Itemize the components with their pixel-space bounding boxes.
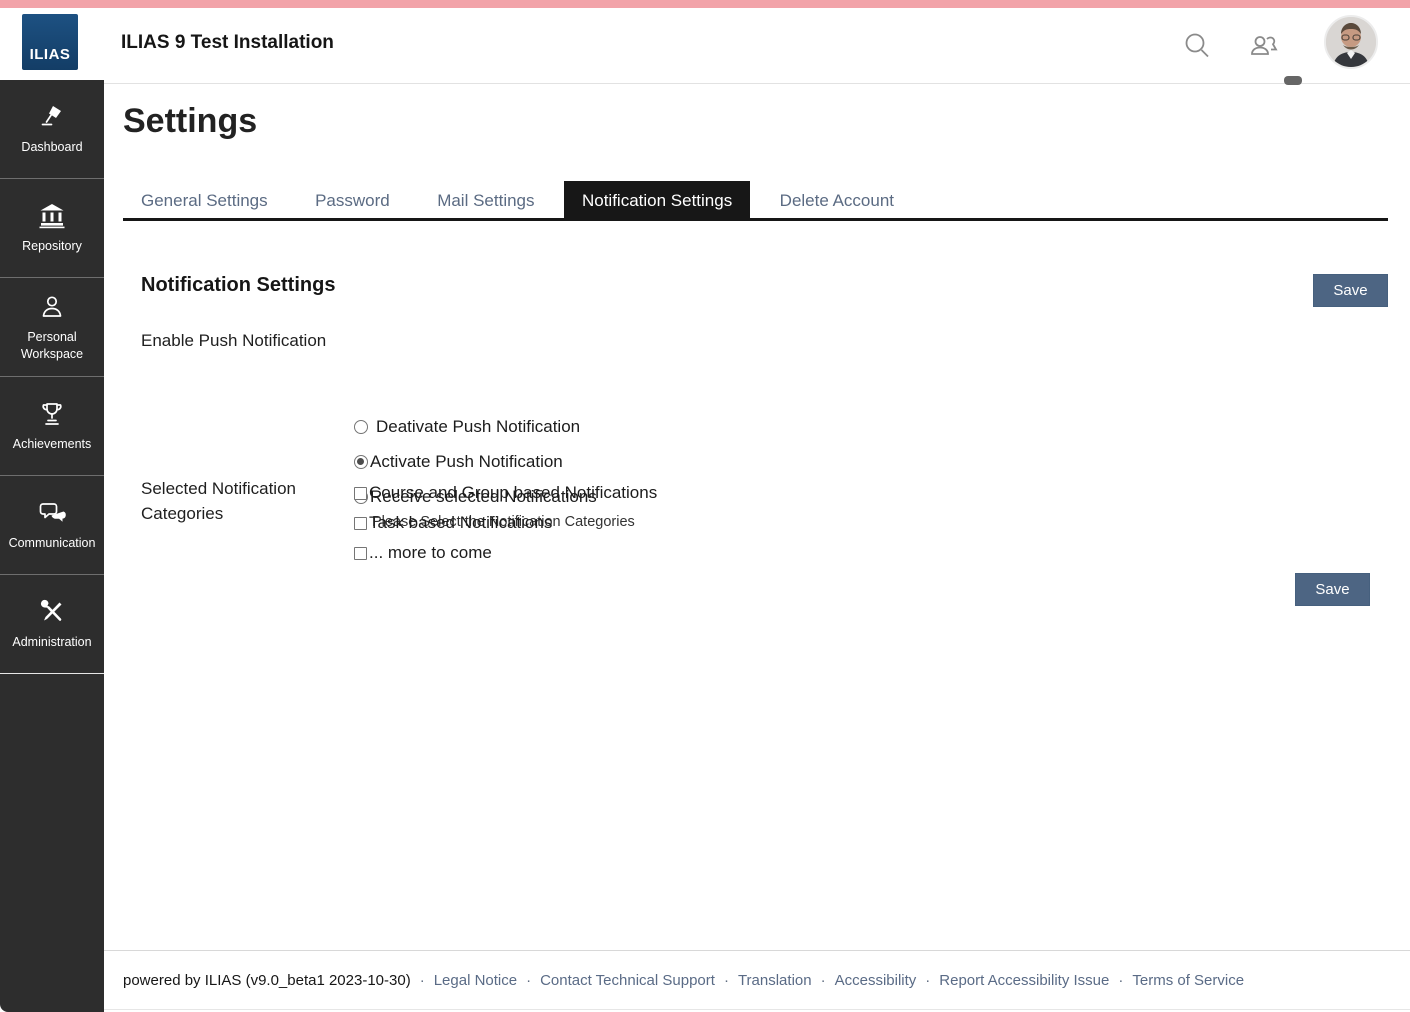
- footer-link-legal-notice[interactable]: Legal Notice: [434, 972, 517, 989]
- footer-separator: ·: [1118, 972, 1123, 989]
- page-title: Settings: [123, 102, 257, 141]
- enable-push-label: Enable Push Notification: [141, 329, 341, 354]
- speech-bubbles-icon: [37, 498, 67, 528]
- sidebar-item-repository[interactable]: Repository: [0, 179, 104, 278]
- tab-mail-settings[interactable]: Mail Settings: [419, 181, 552, 221]
- radio-label: Activate Push Notification: [370, 452, 563, 472]
- sidebar-item-label: Administration: [12, 634, 91, 651]
- crossed-tools-icon: [37, 597, 67, 627]
- radio-option-activate-push[interactable]: Activate Push Notification: [354, 452, 563, 472]
- footer-separator: ·: [420, 972, 425, 989]
- main-header: ILIAS ILIAS 9 Test Installation: [0, 8, 1410, 84]
- form-section-title: Notification Settings: [141, 274, 335, 297]
- bank-icon: [37, 201, 67, 231]
- checkbox-option-task-based[interactable]: Task based Notifications: [354, 513, 552, 533]
- sidebar-item-dashboard[interactable]: Dashboard: [0, 80, 104, 179]
- tab-general-settings[interactable]: General Settings: [123, 181, 286, 221]
- checkbox-option-course-group[interactable]: Course and Group based Notifications: [354, 483, 657, 503]
- save-button-bottom[interactable]: Save: [1295, 573, 1370, 606]
- powered-by-text: powered by ILIAS (v9.0_beta1 2023-10-30): [123, 972, 411, 989]
- radio-option-deactivate-push[interactable]: Deativate Push Notification: [354, 417, 580, 437]
- footer-separator: ·: [724, 972, 729, 989]
- settings-tab-bar: General Settings Password Mail Settings …: [123, 181, 1388, 221]
- person-icon: [37, 292, 67, 322]
- sidebar-item-label: Communication: [9, 535, 96, 552]
- tab-notification-settings[interactable]: Notification Settings: [564, 181, 750, 221]
- checkbox-label: Course and Group based Notifications: [369, 483, 657, 503]
- sidebar-item-label: Personal Workspace: [2, 329, 102, 363]
- footer-separator: ·: [526, 972, 531, 989]
- checkbox-label: Task based Notifications: [369, 513, 552, 533]
- sidebar-item-communication[interactable]: Communication: [0, 476, 104, 575]
- scroll-indicator-remnant: [1284, 76, 1302, 85]
- main-content: Settings General Settings Password Mail …: [104, 84, 1410, 1012]
- desk-lamp-icon: [37, 102, 67, 132]
- installation-title: ILIAS 9 Test Installation: [121, 32, 334, 54]
- footer-link-terms-of-service[interactable]: Terms of Service: [1132, 972, 1244, 989]
- checkbox[interactable]: [354, 487, 367, 500]
- selected-categories-label: Selected Notification Categories: [141, 477, 341, 526]
- search-icon[interactable]: [1179, 28, 1215, 64]
- sidebar-item-personal-workspace[interactable]: Personal Workspace: [0, 278, 104, 377]
- who-is-online-icon[interactable]: [1246, 28, 1282, 64]
- checkbox[interactable]: [354, 547, 367, 560]
- sidebar-item-administration[interactable]: Administration: [0, 575, 104, 674]
- footer-separator: ·: [925, 972, 930, 989]
- footer-link-report-accessibility[interactable]: Report Accessibility Issue: [939, 972, 1109, 989]
- top-accent-bar: [0, 0, 1410, 8]
- save-button-top[interactable]: Save: [1313, 274, 1388, 307]
- radio-label: Deativate Push Notification: [376, 417, 580, 437]
- checkbox[interactable]: [354, 517, 367, 530]
- radio-button[interactable]: [354, 420, 368, 434]
- radio-button-checked[interactable]: [354, 455, 368, 469]
- checkbox-option-more-to-come[interactable]: ... more to come: [354, 543, 492, 563]
- tab-delete-account[interactable]: Delete Account: [762, 181, 912, 221]
- user-avatar[interactable]: [1324, 15, 1378, 69]
- ilias-logo-text: ILIAS: [30, 46, 71, 63]
- sidebar-item-label: Dashboard: [21, 139, 82, 156]
- sidebar-item-achievements[interactable]: Achievements: [0, 377, 104, 476]
- tab-password[interactable]: Password: [297, 181, 408, 221]
- footer-separator: ·: [821, 972, 826, 989]
- sidebar-item-label: Repository: [22, 238, 82, 255]
- footer-link-translation[interactable]: Translation: [738, 972, 812, 989]
- checkbox-label: ... more to come: [369, 543, 492, 563]
- main-sidebar: Dashboard Repository Personal Workspace: [0, 80, 104, 1012]
- footer-link-accessibility[interactable]: Accessibility: [835, 972, 917, 989]
- ilias-logo[interactable]: ILIAS: [22, 14, 78, 70]
- trophy-icon: [37, 399, 67, 429]
- page-footer: powered by ILIAS (v9.0_beta1 2023-10-30)…: [104, 950, 1410, 1010]
- sidebar-item-label: Achievements: [13, 436, 92, 453]
- footer-link-contact-support[interactable]: Contact Technical Support: [540, 972, 715, 989]
